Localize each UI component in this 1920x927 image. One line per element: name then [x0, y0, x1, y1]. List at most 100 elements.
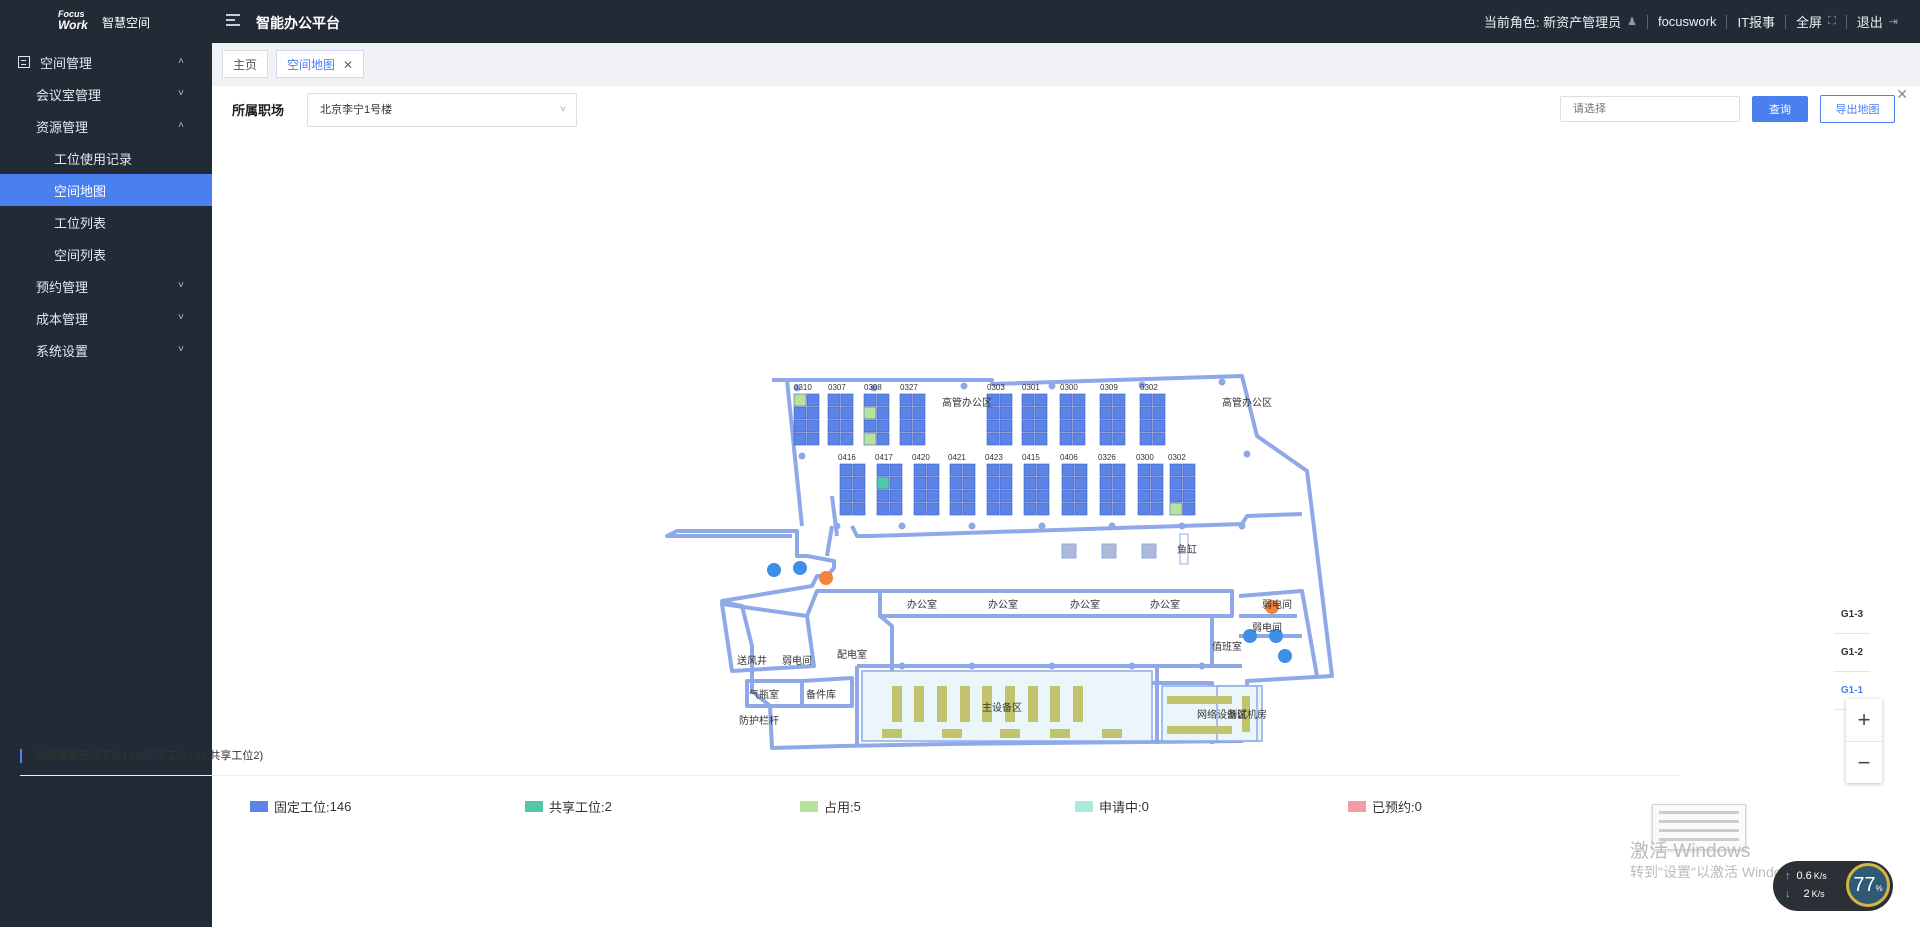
- query-button[interactable]: 查询: [1752, 96, 1808, 122]
- desk[interactable]: [949, 463, 963, 477]
- desk[interactable]: [806, 406, 820, 420]
- desk[interactable]: [926, 463, 940, 477]
- desk[interactable]: [913, 463, 927, 477]
- desk[interactable]: [863, 393, 877, 407]
- username[interactable]: focuswork: [1658, 14, 1717, 29]
- desk[interactable]: [876, 432, 890, 446]
- desk[interactable]: [999, 393, 1013, 407]
- desk[interactable]: [852, 476, 866, 490]
- desk[interactable]: [912, 406, 926, 420]
- desk[interactable]: [999, 432, 1013, 446]
- desk[interactable]: [1169, 489, 1183, 503]
- desk[interactable]: [1169, 463, 1183, 477]
- desk[interactable]: [1137, 463, 1151, 477]
- desk[interactable]: [986, 463, 1000, 477]
- desk[interactable]: [949, 489, 963, 503]
- desk[interactable]: [1112, 406, 1126, 420]
- desk[interactable]: [852, 489, 866, 503]
- desk[interactable]: [876, 476, 890, 490]
- desk[interactable]: [1152, 432, 1166, 446]
- desk[interactable]: [863, 406, 877, 420]
- export-map-button[interactable]: 导出地图: [1820, 95, 1895, 123]
- desk[interactable]: [1139, 419, 1153, 433]
- desk[interactable]: [1150, 476, 1164, 490]
- desk[interactable]: [806, 393, 820, 407]
- desk[interactable]: [1072, 419, 1086, 433]
- desk[interactable]: [1112, 419, 1126, 433]
- desk[interactable]: [839, 463, 853, 477]
- desk[interactable]: [1034, 432, 1048, 446]
- desk[interactable]: [1034, 406, 1048, 420]
- desk[interactable]: [1139, 406, 1153, 420]
- desk[interactable]: [1061, 476, 1075, 490]
- desk[interactable]: [840, 419, 854, 433]
- desk[interactable]: [876, 502, 890, 516]
- desk[interactable]: [986, 476, 1000, 490]
- desk[interactable]: [889, 463, 903, 477]
- desk[interactable]: [1137, 502, 1151, 516]
- desk[interactable]: [889, 489, 903, 503]
- desk[interactable]: [1099, 502, 1113, 516]
- menu-toggle-icon[interactable]: [226, 14, 240, 28]
- desk[interactable]: [1074, 489, 1088, 503]
- desk[interactable]: [1023, 476, 1037, 490]
- desk[interactable]: [1072, 393, 1086, 407]
- desk[interactable]: [949, 476, 963, 490]
- desk[interactable]: [1152, 393, 1166, 407]
- desk[interactable]: [863, 419, 877, 433]
- floor-plan-map[interactable]: 高管办公区 高管办公区鱼缸办公室 办公室 办公室 办公室 弱电间弱电间值班室送风井 弱电间配…: [652, 286, 1492, 756]
- desk[interactable]: [1099, 406, 1113, 420]
- desk[interactable]: [1036, 476, 1050, 490]
- desk[interactable]: [793, 393, 807, 407]
- desk[interactable]: [986, 502, 1000, 516]
- tab-space-map[interactable]: 空间地图 ✕: [276, 50, 365, 78]
- desk[interactable]: [1112, 463, 1126, 477]
- desk[interactable]: [1023, 489, 1037, 503]
- desk[interactable]: [999, 489, 1013, 503]
- desk[interactable]: [1152, 419, 1166, 433]
- desk[interactable]: [840, 406, 854, 420]
- desk[interactable]: [793, 406, 807, 420]
- desk[interactable]: [1112, 489, 1126, 503]
- sidebar-item-settings[interactable]: 系统设置 ˅: [0, 334, 212, 366]
- zoom-in-button[interactable]: +: [1846, 699, 1882, 742]
- desk[interactable]: [899, 406, 913, 420]
- desk[interactable]: [899, 393, 913, 407]
- desk[interactable]: [1021, 432, 1035, 446]
- desk[interactable]: [999, 502, 1013, 516]
- desk[interactable]: [889, 502, 903, 516]
- desk[interactable]: [1182, 489, 1196, 503]
- desk[interactable]: [913, 502, 927, 516]
- desk[interactable]: [876, 419, 890, 433]
- desk[interactable]: [962, 502, 976, 516]
- desk[interactable]: [912, 419, 926, 433]
- desk[interactable]: [1182, 476, 1196, 490]
- desk[interactable]: [1112, 393, 1126, 407]
- sidebar-item-booking[interactable]: 预约管理 ˅: [0, 270, 212, 302]
- desk[interactable]: [1059, 419, 1073, 433]
- desk[interactable]: [913, 489, 927, 503]
- it-report-link[interactable]: IT报事: [1737, 12, 1775, 31]
- floor-g1-2[interactable]: G1-2: [1834, 634, 1870, 672]
- desk[interactable]: [1023, 463, 1037, 477]
- desk[interactable]: [999, 463, 1013, 477]
- desk[interactable]: [926, 502, 940, 516]
- desk[interactable]: [912, 393, 926, 407]
- desk[interactable]: [1061, 463, 1075, 477]
- desk[interactable]: [839, 502, 853, 516]
- desk[interactable]: [1112, 476, 1126, 490]
- desk[interactable]: [1034, 419, 1048, 433]
- role-indicator[interactable]: 当前角色: 新资产管理员 ♟: [1484, 12, 1637, 31]
- desk[interactable]: [962, 489, 976, 503]
- desk[interactable]: [913, 476, 927, 490]
- desk[interactable]: [1074, 463, 1088, 477]
- desk[interactable]: [852, 502, 866, 516]
- desk[interactable]: [986, 419, 1000, 433]
- workplace-select[interactable]: 北京李宁1号楼 ˅: [307, 93, 577, 127]
- logout-button[interactable]: 退出 ⇥: [1857, 12, 1898, 31]
- desk[interactable]: [1182, 463, 1196, 477]
- desk[interactable]: [876, 406, 890, 420]
- desk[interactable]: [1036, 502, 1050, 516]
- desk[interactable]: [889, 476, 903, 490]
- sidebar-item-space-list[interactable]: 空间列表: [0, 238, 212, 270]
